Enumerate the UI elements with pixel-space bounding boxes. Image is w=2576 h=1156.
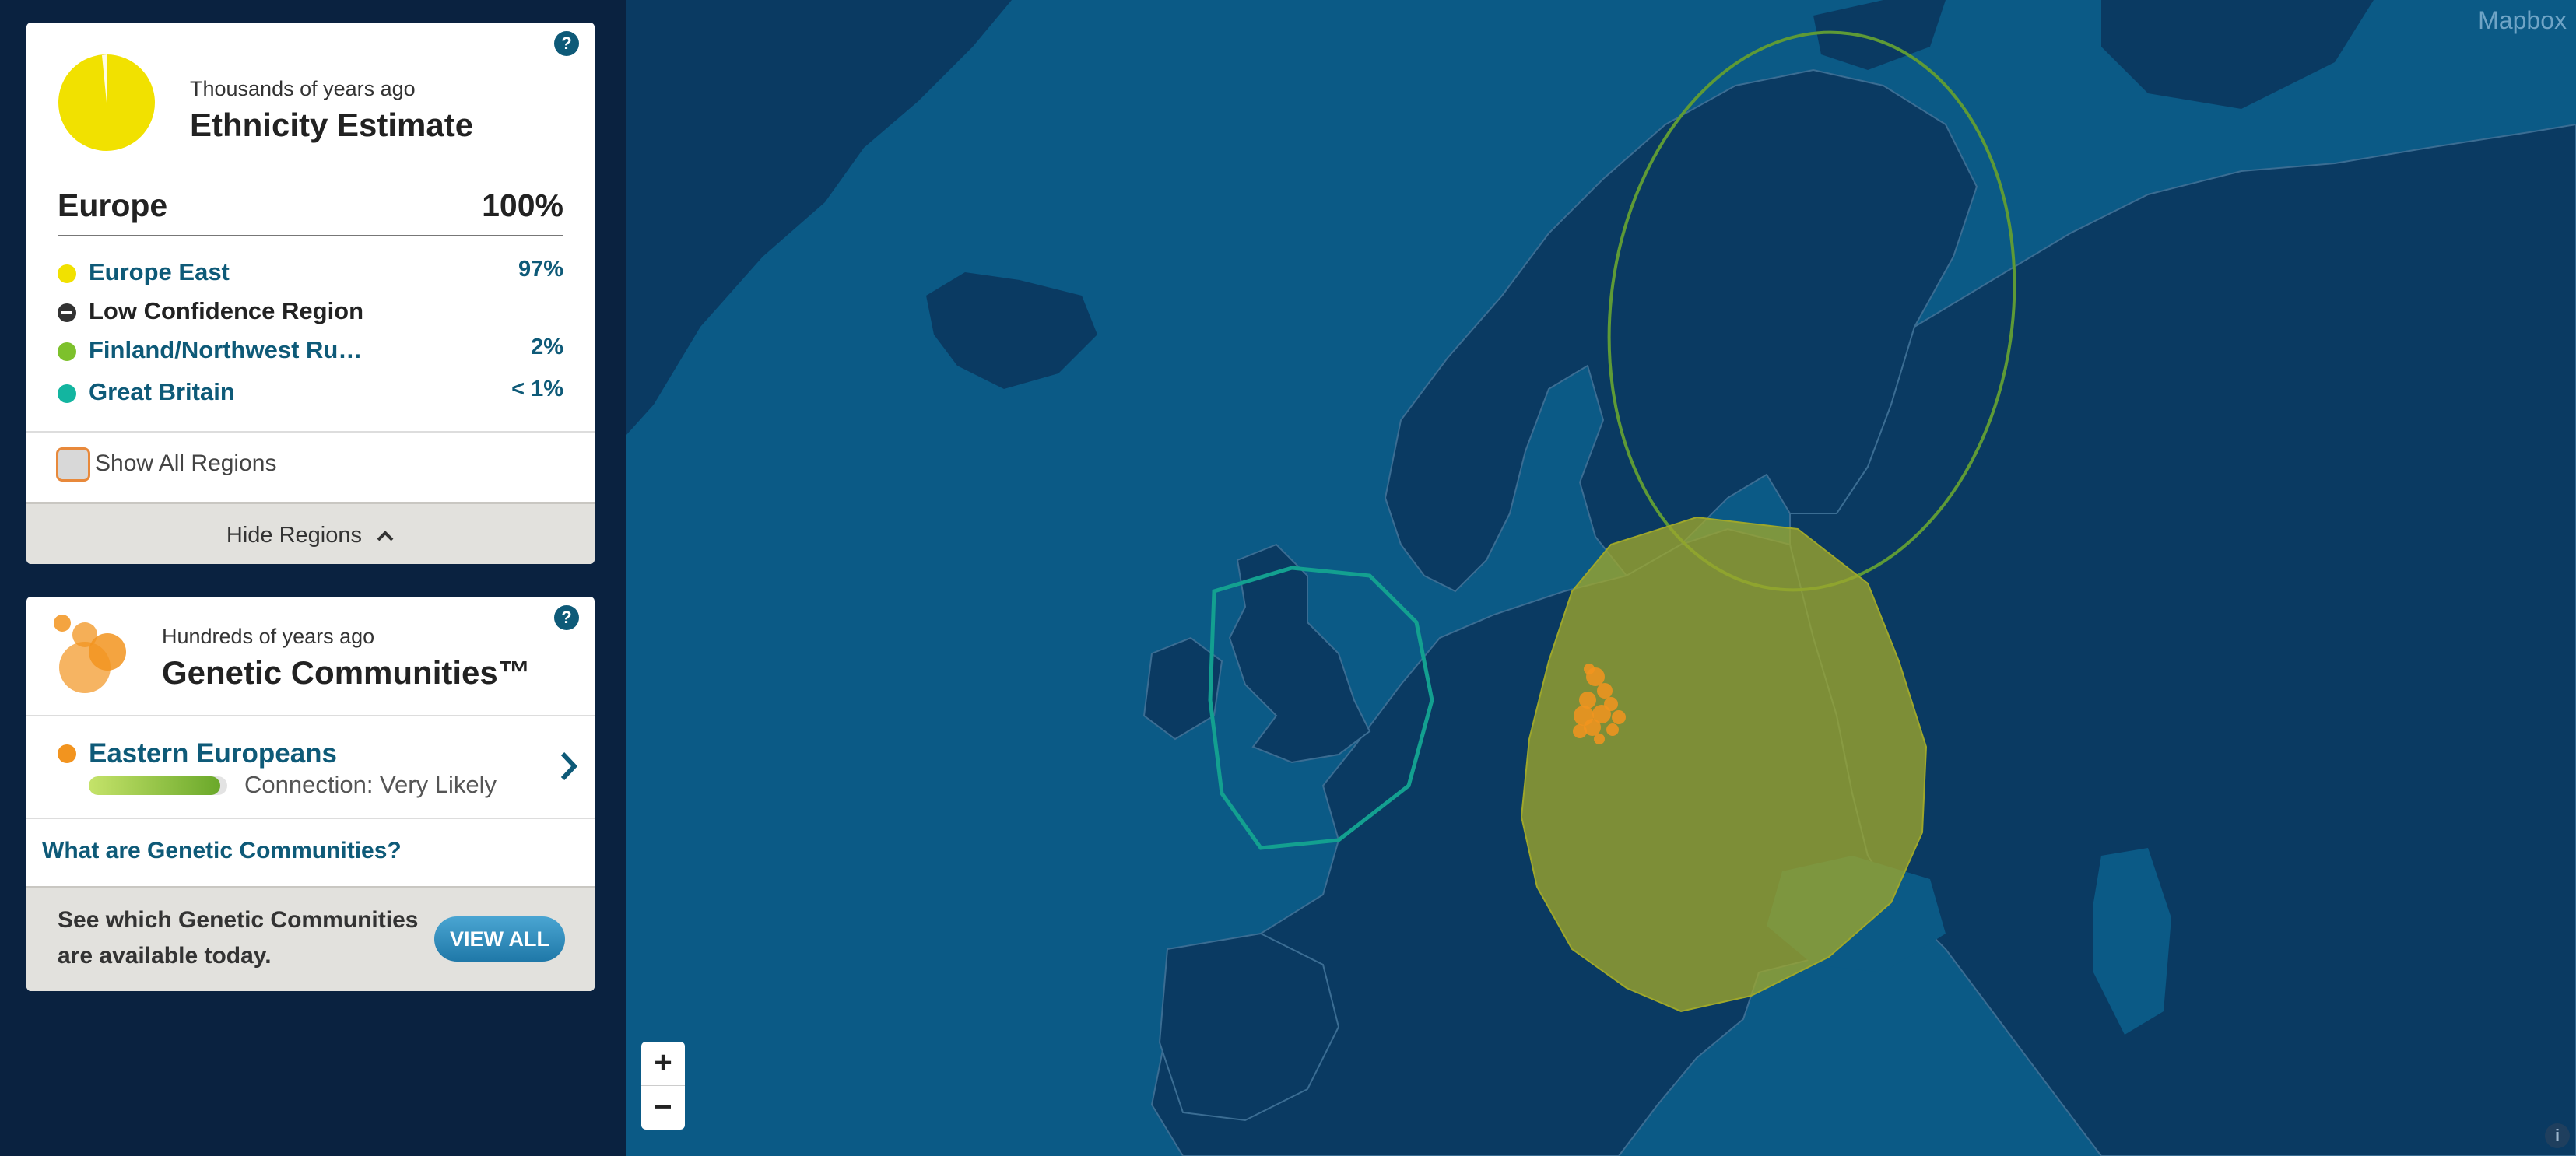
communities-time-scale: Hundreds of years ago	[162, 625, 375, 648]
subregion-percentage: 97%	[518, 257, 563, 282]
subregion-row-finland[interactable]: Finland/Northwest Ru… 2%	[58, 335, 563, 369]
europe-east-dot	[58, 264, 76, 283]
map[interactable]: Mapbox i	[626, 0, 2576, 1156]
subregion-label[interactable]: Finland/Northwest Ru…	[89, 336, 362, 364]
chevron-right-icon[interactable]	[559, 751, 579, 782]
connection-strength-bar	[89, 776, 227, 795]
subregion-row-europe-east[interactable]: Europe East 97%	[58, 257, 563, 291]
ethnicity-title: Ethnicity Estimate	[190, 107, 474, 143]
minus-circle-icon	[58, 303, 76, 322]
community-row-eastern-europeans[interactable]: Eastern Europeans Connection: Very Likel…	[26, 716, 595, 818]
ethnicity-time-scale: Thousands of years ago	[190, 77, 416, 100]
subregion-percentage: < 1%	[511, 377, 563, 401]
region-divider	[58, 235, 563, 236]
connection-strength-fill	[89, 776, 221, 795]
divider	[26, 818, 595, 819]
communities-bubbles-icon	[54, 615, 126, 693]
finland-dot	[58, 342, 76, 361]
show-all-regions-checkbox[interactable]	[56, 447, 90, 482]
hide-regions-button[interactable]: Hide Regions	[26, 502, 595, 564]
footer-text-line-2: are available today.	[58, 943, 272, 969]
subregion-row-low-confidence: Low Confidence Region	[58, 296, 563, 330]
chevron-up-icon	[377, 531, 394, 541]
subregion-row-great-britain[interactable]: Great Britain < 1%	[58, 377, 563, 411]
info-icon[interactable]: i	[2545, 1123, 2570, 1148]
communities-title: Genetic Communities™	[162, 654, 531, 691]
zoom-in-button[interactable]: +	[641, 1042, 685, 1086]
community-name[interactable]: Eastern Europeans	[89, 738, 337, 769]
region-percentage: 100%	[482, 187, 563, 223]
subregion-label[interactable]: Great Britain	[89, 378, 235, 406]
sidebar: ? Thousands of years ago Ethnicity Estim…	[0, 0, 626, 1156]
what-are-genetic-communities-link[interactable]: What are Genetic Communities?	[42, 838, 402, 864]
communities-footer: See which Genetic Communities are availa…	[26, 886, 595, 991]
genetic-communities-card: ? Hundreds of years ago Genetic Communit…	[26, 597, 595, 991]
show-all-regions-label[interactable]: Show All Regions	[95, 450, 276, 477]
hide-regions-label: Hide Regions	[226, 523, 363, 548]
subregion-label[interactable]: Europe East	[89, 258, 230, 286]
great-britain-dot	[58, 384, 76, 403]
connection-label: Connection: Very Likely	[244, 771, 497, 798]
footer-text-line-1: See which Genetic Communities	[58, 907, 419, 933]
zoom-out-button[interactable]: −	[641, 1086, 685, 1130]
region-name: Europe	[58, 187, 168, 223]
ethnicity-help-icon[interactable]: ?	[554, 31, 579, 56]
view-all-button[interactable]: VIEW ALL	[434, 916, 565, 962]
subregion-percentage: 2%	[531, 335, 563, 359]
divider	[26, 431, 595, 433]
communities-help-icon[interactable]: ?	[554, 605, 579, 630]
subregion-label: Low Confidence Region	[89, 297, 364, 324]
mapbox-attribution[interactable]: Mapbox	[2478, 6, 2567, 35]
europe-map[interactable]	[626, 0, 2576, 1156]
ethnicity-estimate-card: ? Thousands of years ago Ethnicity Estim…	[26, 23, 595, 564]
ethnicity-pie-chart	[58, 54, 155, 151]
community-dot	[58, 744, 76, 763]
